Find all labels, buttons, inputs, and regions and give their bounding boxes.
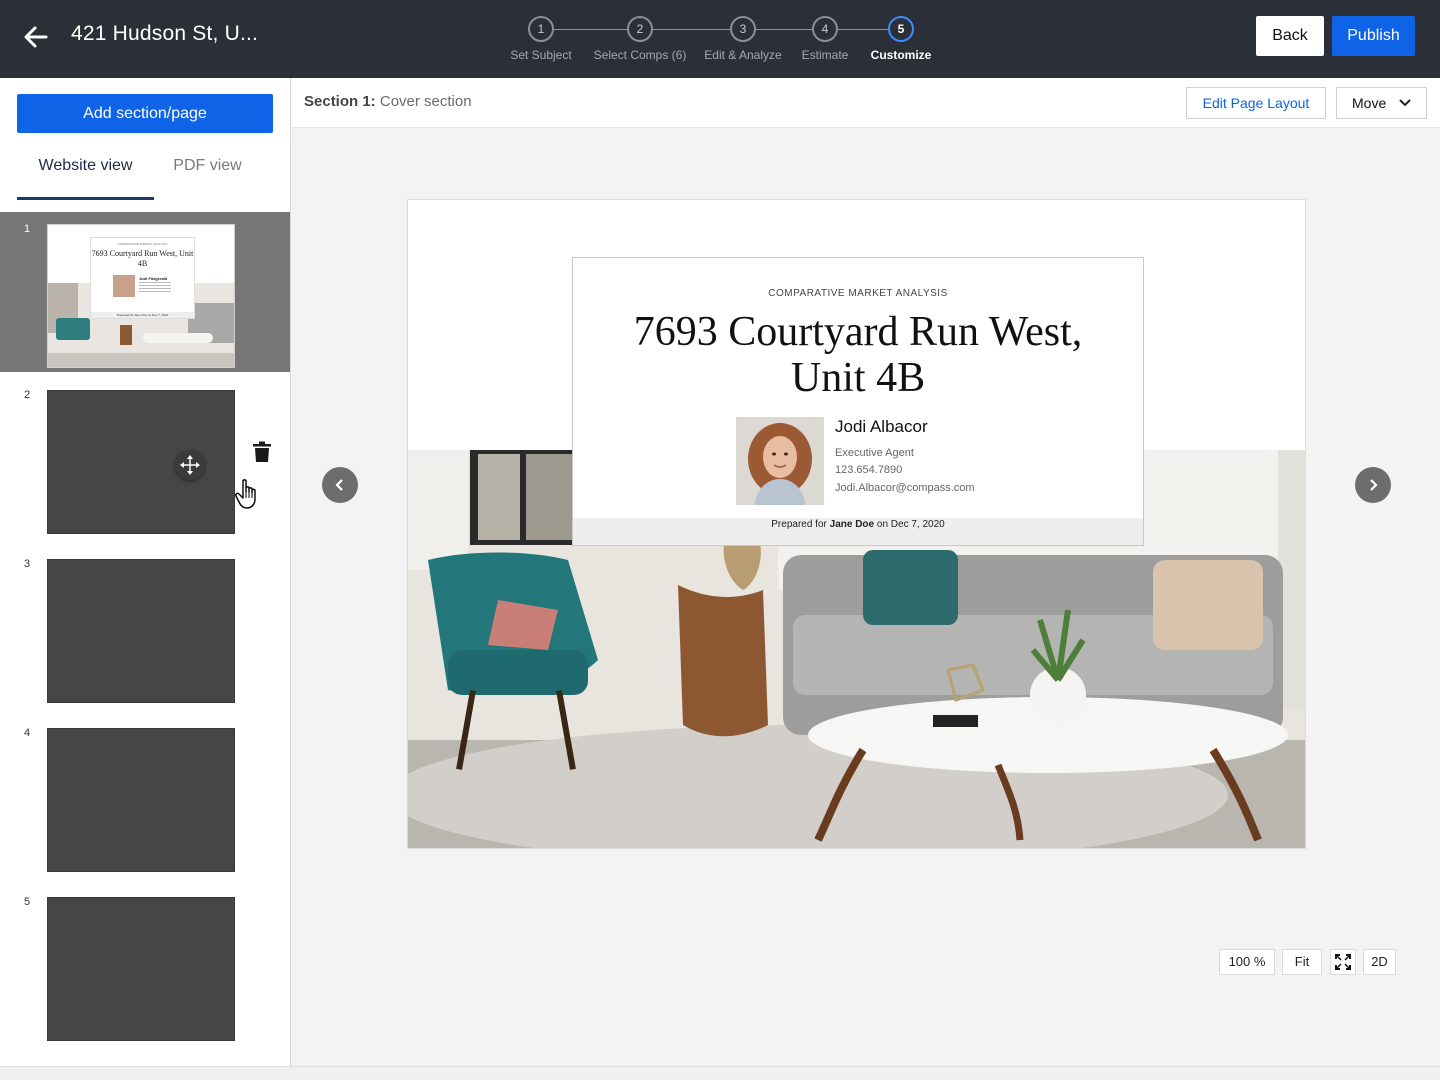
- move-label: Move: [1352, 95, 1387, 111]
- chevron-right-icon: [1370, 479, 1378, 491]
- page-item-2[interactable]: 2: [0, 378, 290, 538]
- agent-role: Executive Agent: [835, 447, 914, 459]
- arrow-left-icon[interactable]: [20, 21, 52, 53]
- pages-sidebar: Add section/page Website view PDF view 1…: [0, 78, 291, 1066]
- expand-icon: [1335, 954, 1351, 970]
- tab-label: PDF view: [173, 157, 242, 174]
- page-thumbnail[interactable]: COMPARATIVE MARKET ANALYSIS 7693 Courtya…: [47, 224, 235, 368]
- document-title: 421 Hudson St, U...: [71, 22, 259, 45]
- page-canvas[interactable]: COMPARATIVE MARKET ANALYSIS 7693 Courtya…: [407, 199, 1306, 849]
- thumbnail-prepared-for: Prepared for Jane Doe on Dec 7, 2020: [91, 312, 194, 318]
- step-label: Select Comps (6): [593, 48, 687, 62]
- add-section-button[interactable]: Add section/page: [17, 94, 273, 133]
- agent-photo: [736, 417, 824, 505]
- step-customize[interactable]: 5 Customize: [846, 16, 956, 62]
- agent-name: Jodi Albacor: [835, 417, 928, 436]
- cover-card[interactable]: COMPARATIVE MARKET ANALYSIS 7693 Courtya…: [572, 257, 1144, 546]
- fit-button[interactable]: Fit: [1282, 949, 1322, 975]
- thumbnail-cover-card: COMPARATIVE MARKET ANALYSIS 7693 Courtya…: [90, 237, 195, 319]
- prepared-prefix: Prepared for: [771, 519, 827, 530]
- view-mode-button[interactable]: 2D: [1363, 949, 1396, 975]
- page-number: 3: [24, 558, 31, 570]
- step-number: 4: [812, 16, 838, 42]
- publish-button[interactable]: Publish: [1332, 16, 1415, 56]
- agent-phone: 123.654.7890: [835, 464, 903, 476]
- thumbnail-agent-photo: [113, 275, 135, 297]
- page-thumbnail[interactable]: [47, 559, 235, 703]
- move-arrows-icon[interactable]: [175, 450, 205, 480]
- fullscreen-button[interactable]: [1330, 949, 1356, 975]
- tab-website-view[interactable]: Website view: [17, 148, 154, 200]
- editor-main: Section 1: Cover section Edit Page Layou…: [291, 78, 1440, 1066]
- cover-title: 7693 Courtyard Run West, Unit 4B: [573, 309, 1143, 401]
- cover-subtitle: COMPARATIVE MARKET ANALYSIS: [768, 288, 948, 299]
- page-item-3[interactable]: 3: [0, 547, 290, 707]
- back-button[interactable]: Back: [1256, 16, 1324, 56]
- bottom-strip: [0, 1066, 1440, 1080]
- section-header: Section 1: Cover section Edit Page Layou…: [291, 78, 1440, 128]
- page-thumbnail[interactable]: [47, 390, 256, 534]
- page-number: 4: [24, 727, 31, 739]
- next-page-button[interactable]: [1355, 467, 1391, 503]
- step-number: 5: [888, 16, 914, 42]
- step-select-comps[interactable]: 2 Select Comps (6): [585, 16, 695, 62]
- hand-pointer-icon: [235, 479, 256, 509]
- tab-label: Website view: [38, 157, 133, 174]
- section-name: Cover section: [379, 93, 472, 110]
- page-number: 1: [24, 223, 31, 235]
- step-number: 1: [528, 16, 554, 42]
- chevron-down-icon: [1399, 99, 1411, 107]
- top-bar: 421 Hudson St, U... 1 Set Subject 2 Sele…: [0, 0, 1440, 78]
- page-number: 5: [24, 896, 31, 908]
- prepared-date: on Dec 7, 2020: [876, 519, 945, 530]
- step-number: 3: [730, 16, 756, 42]
- progress-stepper: 1 Set Subject 2 Select Comps (6) 3 Edit …: [500, 16, 950, 66]
- previous-page-button[interactable]: [322, 467, 358, 503]
- step-label: Set Subject: [510, 48, 572, 62]
- page-item-1[interactable]: 1 COMPARATIVE MARKET ANALYSIS 7693 Court…: [0, 212, 290, 372]
- agent-email: Jodi.Albacor@compass.com: [835, 482, 975, 494]
- page-thumbnail[interactable]: [47, 728, 235, 872]
- move-dropdown[interactable]: Move: [1336, 87, 1427, 119]
- section-title: Section 1: Cover section: [304, 93, 472, 110]
- prepared-for: Prepared for Jane Doe on Dec 7, 2020: [573, 518, 1143, 545]
- step-label: Customize: [870, 48, 932, 62]
- section-number: Section 1:: [304, 93, 376, 110]
- thumbnail-agent-name: Jodi Fitzgerald: [139, 276, 168, 281]
- tab-pdf-view[interactable]: PDF view: [160, 148, 255, 200]
- page-number: 2: [24, 389, 31, 401]
- page-thumbnail[interactable]: [47, 897, 235, 1041]
- page-item-4[interactable]: 4: [0, 716, 290, 876]
- prepared-name: Jane Doe: [829, 519, 875, 530]
- cover-title-line1: 7693 Courtyard Run West,: [633, 309, 1083, 355]
- thumbnail-subtitle: COMPARATIVE MARKET ANALYSIS: [117, 242, 168, 246]
- page-item-5[interactable]: 5: [0, 885, 290, 1045]
- cover-title-line2: Unit 4B: [790, 355, 926, 401]
- thumbnail-agent-details: [139, 282, 171, 294]
- trash-icon[interactable]: [252, 441, 272, 463]
- edit-page-layout-button[interactable]: Edit Page Layout: [1186, 87, 1326, 119]
- thumbnail-title: 7693 Courtyard Run West, Unit 4B: [91, 249, 194, 268]
- zoom-level[interactable]: 100 %: [1219, 949, 1275, 975]
- chevron-left-icon: [335, 479, 343, 491]
- step-number: 2: [627, 16, 653, 42]
- step-set-subject[interactable]: 1 Set Subject: [486, 16, 596, 62]
